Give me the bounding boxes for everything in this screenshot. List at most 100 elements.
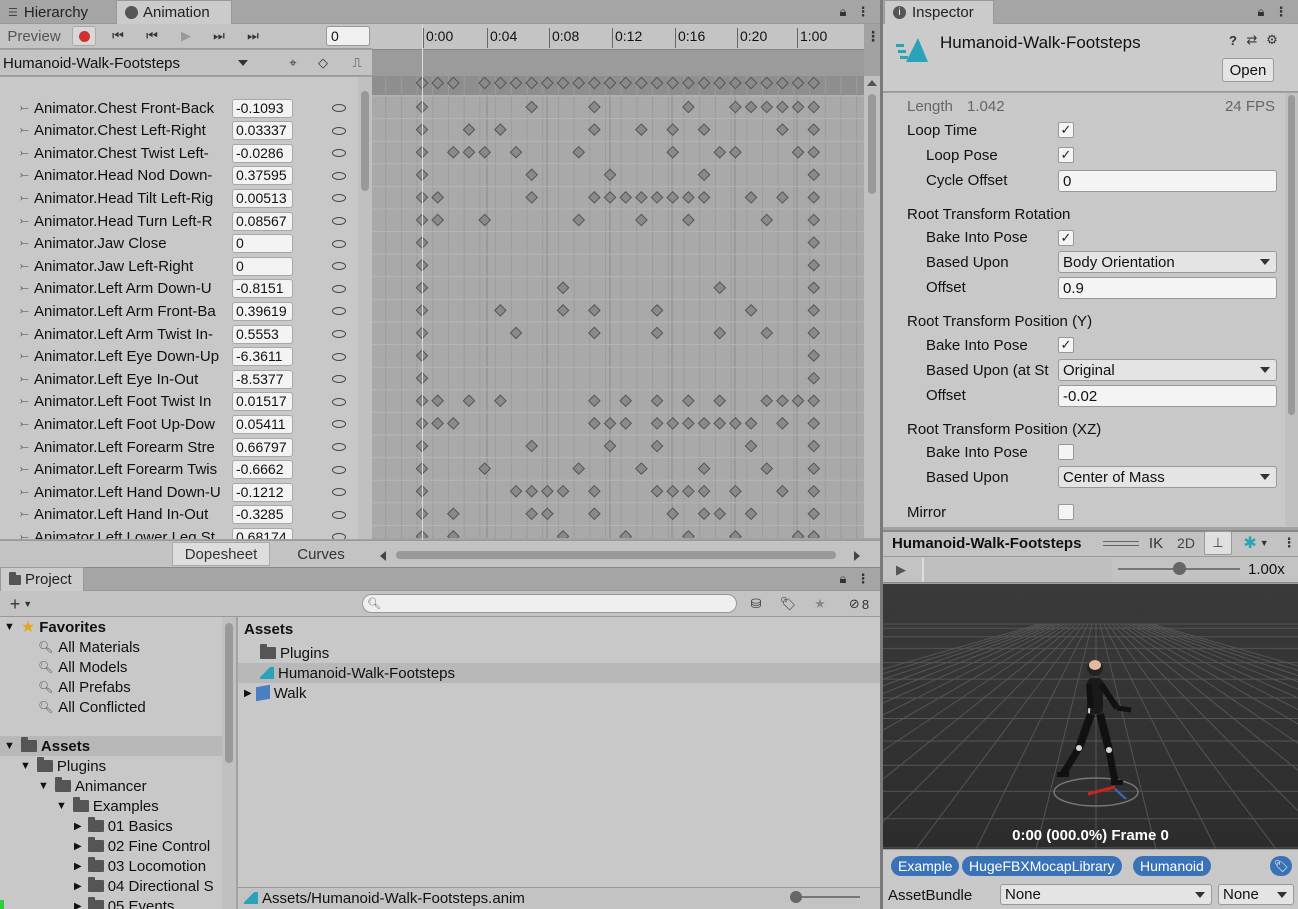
keyframe[interactable]: [619, 417, 633, 430]
property-scrollbar[interactable]: [358, 77, 372, 539]
keyframe[interactable]: [462, 394, 476, 408]
eye-icon[interactable]: [332, 352, 346, 361]
property-value-field[interactable]: -6.3611: [232, 347, 293, 367]
keyframe[interactable]: [431, 191, 445, 204]
tree-animancer[interactable]: ▼ Animancer: [38, 776, 147, 796]
property-value-field[interactable]: 0.05411: [232, 414, 293, 434]
keyframe[interactable]: [619, 530, 633, 538]
more-menu-icon[interactable]: ⋮: [857, 571, 870, 587]
property-row[interactable]: ⤚ Animator.Left Arm Down-U -0.8151: [0, 278, 358, 300]
tree-example-folder[interactable]: ▶ 02 Fine Control: [74, 836, 210, 856]
clip-selector[interactable]: Humanoid-Walk-Footsteps: [0, 52, 254, 74]
hidden-packages-toggle[interactable]: ⊘ 8: [842, 593, 876, 615]
eye-icon[interactable]: [332, 126, 346, 135]
lock-icon[interactable]: 🔒︎: [836, 571, 850, 587]
property-value-field[interactable]: 0.5553: [232, 324, 293, 344]
add-label-icon[interactable]: 🏷︎: [1270, 856, 1292, 876]
eye-icon[interactable]: [332, 194, 346, 203]
favorite-item[interactable]: 🔍︎ All Conflicted: [38, 697, 146, 717]
assetbundle-dropdown[interactable]: None: [1000, 884, 1212, 905]
keyframe[interactable]: [540, 507, 554, 521]
property-row[interactable]: ⤚ Animator.Left Forearm Twis -0.6662: [0, 459, 358, 481]
property-row[interactable]: ⤚ Animator.Left Eye Down-Up -6.3611: [0, 346, 358, 368]
property-row[interactable]: ⤚ Animator.Jaw Left-Right 0: [0, 255, 358, 277]
property-value-field[interactable]: 0.03337: [232, 121, 293, 141]
tab-inspector[interactable]: i Inspector: [884, 0, 994, 24]
keyframe[interactable]: [462, 123, 476, 136]
play-button[interactable]: ▶: [174, 26, 198, 46]
assets-breadcrumb[interactable]: Assets: [244, 621, 293, 638]
keyframe[interactable]: [556, 530, 570, 538]
keyframe[interactable]: [525, 100, 539, 114]
asset-item-walk[interactable]: ▶ Walk: [244, 683, 306, 703]
filter-label-icon[interactable]: 🏷︎: [778, 593, 798, 615]
property-row[interactable]: ⤚ Animator.Left Foot Twist In 0.01517: [0, 391, 358, 413]
eye-icon[interactable]: [332, 420, 346, 429]
drag-handle[interactable]: [1103, 541, 1139, 546]
keyframe[interactable]: [635, 462, 648, 475]
property-value-field[interactable]: -0.0286: [232, 143, 293, 163]
keyframe[interactable]: [446, 530, 460, 538]
keyframe[interactable]: [446, 507, 460, 521]
pivot-toggle[interactable]: ⊥: [1204, 531, 1232, 555]
scroll-thumb[interactable]: [361, 91, 369, 191]
asset-item-humanoid-walk-footsteps[interactable]: Humanoid-Walk-Footsteps: [238, 663, 880, 683]
keyframe[interactable]: [635, 213, 648, 227]
more-menu-icon[interactable]: ⋮: [857, 4, 870, 20]
keyframe[interactable]: [588, 484, 601, 498]
keyframe[interactable]: [556, 484, 570, 498]
property-value-field[interactable]: -8.5377: [232, 369, 293, 389]
property-value-field[interactable]: -0.8151: [232, 279, 293, 299]
posxz-based-dropdown[interactable]: Center of Mass: [1058, 466, 1277, 488]
tree-example-folder[interactable]: ▶ 01 Basics: [74, 816, 173, 836]
scroll-thumb[interactable]: [396, 551, 836, 559]
property-row[interactable]: ⤚ Animator.Left Lower Leg St 0.68174: [0, 526, 358, 539]
rot-offset-field[interactable]: 0.9: [1058, 277, 1277, 299]
avatar-dropdown[interactable]: ✱ ▼: [1236, 533, 1276, 553]
label-humanoid[interactable]: Humanoid: [1133, 856, 1211, 876]
favorites-header[interactable]: ▼ ★ Favorites: [4, 617, 106, 637]
property-value-field[interactable]: 0.66797: [232, 437, 293, 457]
keyframe[interactable]: [588, 304, 601, 317]
keyframe[interactable]: [493, 123, 507, 136]
dopesheet-hscrollbar[interactable]: [376, 548, 864, 562]
project-search-input[interactable]: 🔍︎: [362, 594, 737, 613]
favorite-star-icon[interactable]: ★: [810, 593, 830, 615]
eye-icon[interactable]: [332, 375, 346, 384]
eye-icon[interactable]: [332, 330, 346, 338]
eye-icon[interactable]: [332, 465, 346, 474]
keyframe[interactable]: [603, 191, 617, 204]
assetbundle-variant-dropdown[interactable]: None: [1218, 884, 1294, 905]
scroll-thumb[interactable]: [868, 94, 876, 194]
property-row[interactable]: ⤚ Animator.Left Eye In-Out -8.5377: [0, 368, 358, 390]
keyframe[interactable]: [556, 304, 570, 317]
scroll-thumb[interactable]: [225, 623, 233, 763]
posxz-bake-checkbox[interactable]: [1058, 444, 1074, 460]
property-row[interactable]: ⤚ Animator.Head Nod Down- 0.37595: [0, 165, 358, 187]
keyframe[interactable]: [478, 462, 492, 475]
property-value-field[interactable]: 0.39619: [232, 301, 293, 321]
property-row[interactable]: ⤚ Animator.Head Tilt Left-Rig 0.00513: [0, 187, 358, 209]
keyframe-canvas[interactable]: [372, 76, 864, 538]
keyframe[interactable]: [603, 417, 617, 430]
loop-time-checkbox[interactable]: ✓: [1058, 122, 1074, 138]
eye-icon[interactable]: [332, 171, 346, 180]
keyframe[interactable]: [635, 123, 648, 136]
property-row[interactable]: ⤚ Animator.Left Hand Down-U -0.1212: [0, 481, 358, 503]
tree-assets[interactable]: ▼ Assets: [0, 736, 222, 756]
last-key-button[interactable]: ⏭: [241, 26, 265, 46]
posy-based-dropdown[interactable]: Original: [1058, 359, 1277, 381]
cycle-offset-field[interactable]: 0: [1058, 170, 1277, 192]
property-row[interactable]: ⤚ Animator.Chest Front-Back -0.1093: [0, 97, 358, 119]
keyframe[interactable]: [588, 100, 601, 114]
property-row[interactable]: ⤚ Animator.Left Forearm Stre 0.66797: [0, 436, 358, 458]
filter-type-icon[interactable]: ⛁: [746, 593, 766, 615]
keyframe[interactable]: [431, 417, 445, 430]
keyframe[interactable]: [525, 507, 539, 521]
keyframe[interactable]: [572, 213, 586, 227]
tab-project[interactable]: Project: [0, 567, 84, 591]
chevron-up-icon[interactable]: [867, 80, 877, 86]
preview-toggle[interactable]: Preview: [0, 25, 68, 47]
tree-example-folder[interactable]: ▶ 04 Directional S: [74, 876, 214, 896]
posy-offset-field[interactable]: -0.02: [1058, 385, 1277, 407]
